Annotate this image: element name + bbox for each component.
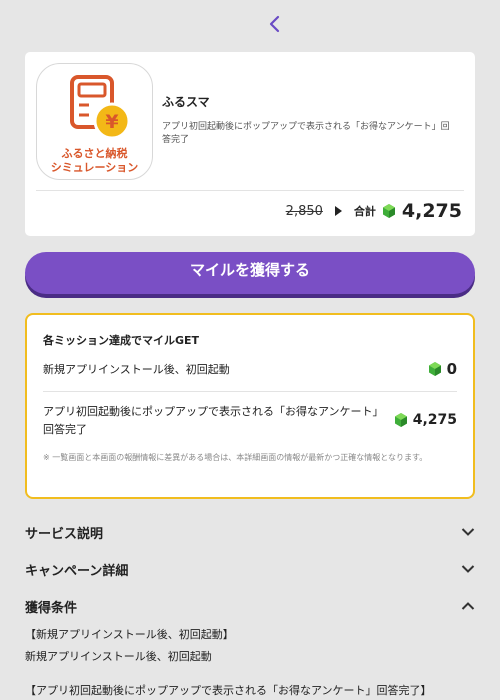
app-icon: ¥ ふるさと納税 シミュレーション: [36, 63, 153, 180]
section-acquisition-conditions[interactable]: 獲得条件: [25, 595, 475, 617]
earn-miles-button[interactable]: マイルを獲得する: [25, 252, 475, 294]
offer-description: アプリ初回起動後にポップアップで表示される「お得なアンケート」回答完了: [162, 122, 450, 145]
mission-points-value: 0: [446, 360, 457, 378]
price-row: 2,850 合計 4,275: [286, 198, 462, 224]
total-points: 4,275: [401, 200, 462, 222]
logo-text-line2: シミュレーション: [50, 161, 139, 174]
section-title: サービス説明: [25, 526, 104, 542]
mission-box: 各ミッション達成でマイルGET 新規アプリインストール後、初回起動 0 アプリ初…: [25, 313, 475, 499]
section-title: キャンペーン詳細: [25, 563, 129, 579]
condition-heading: 【新規アプリインストール後、初回起動】: [25, 628, 234, 641]
app-name: ふるスマ: [162, 95, 210, 109]
chevron-down-icon: [461, 565, 475, 573]
divider: [43, 391, 457, 392]
section-title: 獲得条件: [25, 600, 78, 616]
back-button[interactable]: [262, 10, 286, 38]
total-label: 合計: [353, 205, 376, 218]
calculator-yen-icon: ¥: [70, 75, 131, 140]
gem-icon: [428, 362, 441, 376]
section-service-description[interactable]: サービス説明: [25, 521, 475, 543]
divider: [36, 190, 464, 191]
mission-title: 各ミッション達成でマイルGET: [43, 334, 200, 347]
offer-card: ¥ ふるさと納税 シミュレーション ふるスマ アプリ初回起動後にポップアップで表…: [25, 52, 475, 236]
mission-item-points: 4,275: [394, 412, 457, 428]
chevron-left-icon: [269, 15, 280, 33]
condition-body: 新規アプリインストール後、初回起動: [25, 650, 212, 663]
mission-item-points: 0: [428, 360, 457, 378]
chevron-down-icon: [461, 528, 475, 536]
gem-icon: [382, 204, 395, 218]
arrow-right-icon: [334, 206, 342, 216]
condition-heading: 【アプリ初回起動後にポップアップで表示される「お得なアンケート」回答完了】: [25, 684, 432, 697]
disclaimer-note: ※ 一覧画面と本画面の報酬情報に差異がある場合は、本詳細画面の情報が最新かつ正確…: [43, 453, 428, 462]
mission-points-value: 4,275: [412, 412, 457, 428]
mission-item-label: 新規アプリインストール後、初回起動: [43, 363, 230, 376]
mission-item-label: アプリ初回起動後にポップアップで表示される「お得なアンケート」回答完了: [43, 405, 384, 436]
gem-icon: [394, 413, 407, 427]
chevron-up-icon: [461, 602, 475, 610]
section-campaign-details[interactable]: キャンペーン詳細: [25, 558, 475, 580]
logo-text-line1: ふるさと納税: [61, 147, 128, 160]
svg-text:¥: ¥: [105, 111, 118, 133]
original-points: 2,850: [285, 203, 323, 219]
